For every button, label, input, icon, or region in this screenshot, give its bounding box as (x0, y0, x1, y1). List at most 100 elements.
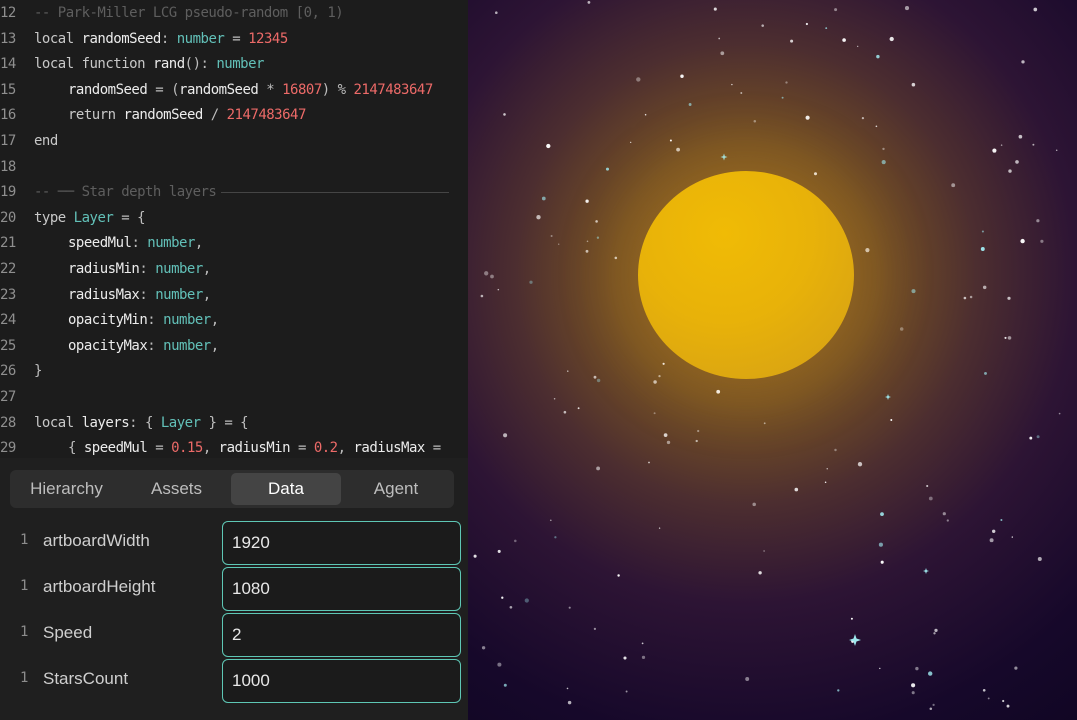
star (982, 688, 986, 692)
star (984, 371, 987, 375)
sun (638, 171, 854, 379)
star (880, 560, 884, 564)
code-token: = ( (147, 81, 180, 98)
star (1036, 219, 1040, 223)
tab-assets[interactable]: Assets (123, 473, 230, 505)
star (536, 215, 541, 220)
code-token: = { (113, 209, 146, 226)
code-token: number (176, 30, 225, 47)
code-token: = (290, 440, 314, 457)
star (915, 666, 919, 671)
star (641, 655, 646, 660)
star (1011, 536, 1013, 538)
star (745, 677, 750, 681)
code-line: 27 (0, 385, 34, 411)
speed-input[interactable] (222, 613, 461, 657)
code-token: radiusMax (68, 286, 140, 303)
star (842, 38, 846, 42)
star (861, 116, 865, 120)
star (630, 141, 632, 143)
code-token: radiusMax (353, 440, 425, 457)
code-token: speedMul (83, 440, 148, 457)
line-number: 20 (0, 209, 16, 226)
star (878, 542, 883, 547)
star (596, 236, 600, 239)
star (890, 419, 893, 421)
star (490, 274, 494, 279)
star (1037, 557, 1042, 561)
code-token: Layer (160, 414, 201, 431)
star (781, 96, 784, 99)
code-token: end (34, 133, 58, 149)
tab-agent[interactable]: Agent (341, 473, 451, 505)
star (813, 172, 818, 176)
code-editor[interactable]: 12 -- Park-Miller LCG pseudo-random [0, 1… (0, 0, 468, 458)
star (658, 527, 661, 529)
code-token: radiusMin (218, 440, 291, 457)
artboard-canvas[interactable] (468, 0, 1077, 720)
code-line: 13 local randomSeed: number = 12345 (0, 27, 288, 53)
code-token: rand (152, 56, 185, 73)
star (503, 683, 507, 687)
star (826, 468, 828, 470)
star (653, 380, 657, 384)
star (509, 605, 513, 609)
star (834, 8, 838, 12)
star (926, 484, 929, 488)
stars-count-input[interactable] (222, 659, 461, 703)
star (648, 461, 650, 464)
star (758, 571, 762, 575)
code-token: radiusMin (68, 261, 140, 277)
star (514, 539, 517, 543)
code-token: , (210, 312, 219, 329)
star (992, 529, 996, 533)
artboard-height-input[interactable] (222, 567, 461, 611)
star (669, 139, 672, 142)
star (625, 690, 628, 693)
code-token: local function (34, 56, 153, 73)
star (929, 707, 933, 711)
code-line: 21 speedMul: number, (0, 231, 203, 257)
star (1015, 160, 1019, 164)
tab-hierarchy[interactable]: Hierarchy (15, 473, 118, 505)
star (911, 82, 916, 87)
property-name: StarsCount (43, 669, 129, 688)
line-number: 13 (0, 30, 16, 47)
star (577, 407, 580, 410)
sparkle-star (885, 394, 891, 400)
code-line: 24 opacityMin: number, (0, 308, 219, 334)
number-type-icon: 1 (20, 670, 29, 686)
star (1007, 296, 1011, 300)
star (688, 103, 692, 106)
star (617, 574, 620, 577)
star (567, 370, 569, 372)
star (503, 113, 506, 116)
star (904, 6, 910, 11)
star (790, 39, 794, 43)
star (880, 512, 884, 517)
code-token: : (147, 312, 164, 329)
code-token: : { (129, 414, 161, 431)
star (524, 598, 529, 603)
star (676, 147, 680, 152)
star (911, 289, 916, 294)
star (763, 550, 765, 552)
code-token: 0.15 (171, 440, 203, 457)
star (881, 160, 886, 165)
code-token: : (139, 261, 156, 277)
star (834, 448, 837, 452)
star (989, 538, 994, 543)
code-token: randomSeed (123, 107, 204, 124)
star (623, 656, 627, 660)
artboard-width-input[interactable] (222, 521, 461, 565)
code-token: number (155, 261, 203, 277)
star (550, 234, 553, 238)
star (554, 536, 557, 539)
star (658, 374, 661, 378)
star (720, 51, 725, 56)
star (1021, 60, 1025, 64)
tab-data[interactable]: Data (231, 473, 341, 505)
comment-rule-line (221, 191, 450, 193)
star (636, 77, 641, 82)
star (899, 327, 904, 331)
